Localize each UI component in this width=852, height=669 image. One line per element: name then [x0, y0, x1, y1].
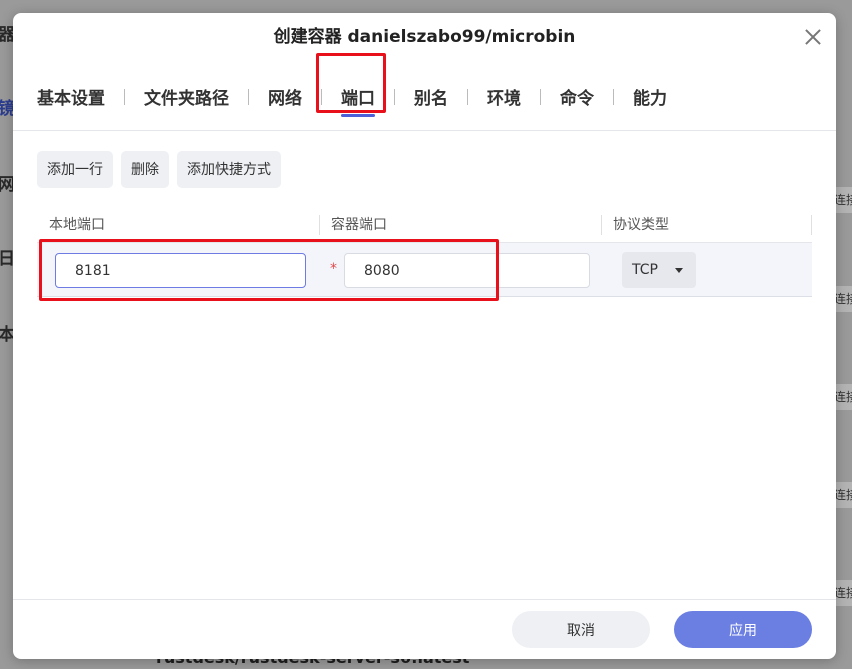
create-container-dialog: 创建容器 danielszabo99/microbin 基本设置 文件夹路径 网… [13, 13, 836, 659]
cancel-button[interactable]: 取消 [512, 611, 650, 648]
delete-button[interactable]: 删除 [121, 151, 169, 188]
close-icon[interactable] [804, 28, 822, 46]
add-shortcut-button[interactable]: 添加快捷方式 [177, 151, 281, 188]
tab-alias[interactable]: 别名 [414, 84, 448, 109]
table-row[interactable]: * TCP [37, 243, 812, 297]
tab-divider [540, 88, 541, 105]
tab-network[interactable]: 网络 [268, 84, 302, 109]
dialog-title: 创建容器 danielszabo99/microbin [273, 27, 576, 47]
tab-divider [613, 88, 614, 105]
header-container-port: 容器端口 [319, 214, 601, 235]
add-row-button[interactable]: 添加一行 [37, 151, 113, 188]
port-toolbar: 添加一行 删除 添加快捷方式 [37, 151, 281, 188]
header-local-port: 本地端口 [49, 216, 105, 233]
tab-bar: 基本设置 文件夹路径 网络 端口 别名 环境 命令 能力 [13, 63, 836, 131]
tab-port[interactable]: 端口 [341, 84, 375, 117]
tab-divider [467, 88, 468, 105]
tab-divider [124, 88, 125, 105]
apply-button[interactable]: 应用 [674, 611, 812, 648]
protocol-value: TCP [632, 262, 658, 278]
dialog-footer: 取消 应用 [13, 599, 836, 659]
table-header: 本地端口 容器端口 协议类型 [37, 207, 812, 243]
tab-environment[interactable]: 环境 [487, 84, 521, 109]
tab-folder-path[interactable]: 文件夹路径 [144, 84, 229, 109]
tab-divider [394, 88, 395, 105]
tab-capabilities[interactable]: 能力 [633, 84, 667, 109]
caret-down-icon [675, 268, 683, 273]
required-mark: * [330, 261, 337, 277]
port-table: 本地端口 容器端口 协议类型 * TCP [37, 207, 812, 297]
protocol-select[interactable]: TCP [622, 252, 696, 288]
tab-basic-settings[interactable]: 基本设置 [37, 84, 105, 109]
container-port-input[interactable] [344, 253, 590, 288]
local-port-input[interactable] [55, 253, 306, 288]
tab-command[interactable]: 命令 [560, 84, 594, 109]
header-protocol: 协议类型 [601, 214, 812, 235]
tab-divider [248, 88, 249, 105]
tab-divider [321, 88, 322, 105]
